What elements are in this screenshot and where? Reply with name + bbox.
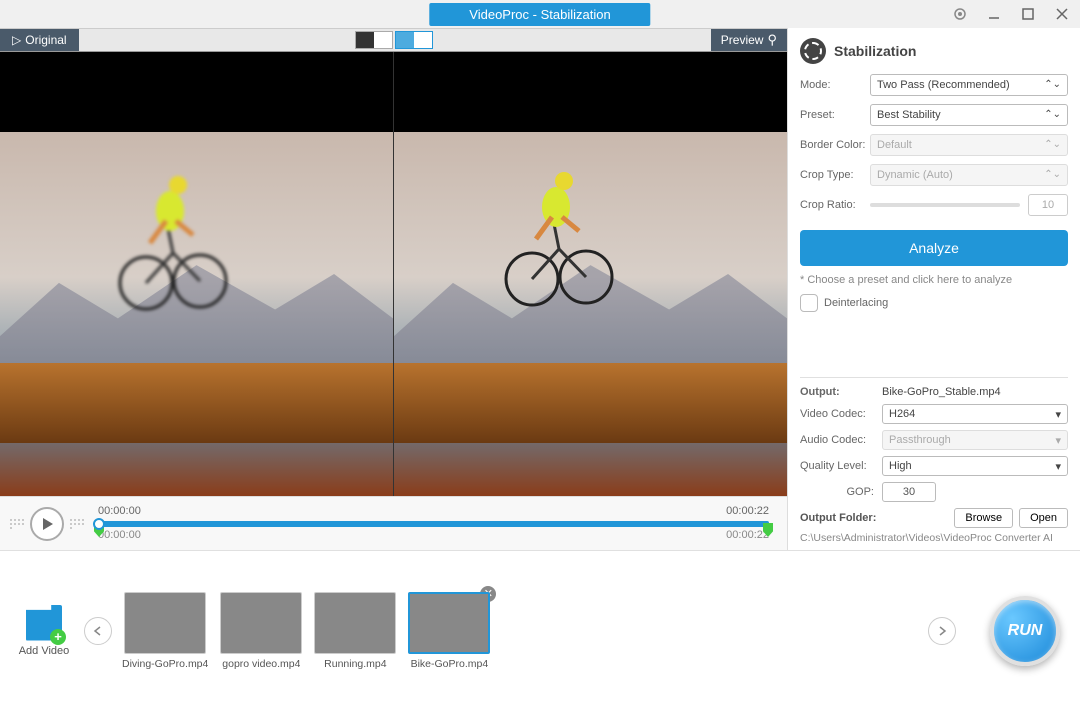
preview-area [0,52,787,496]
drag-handle[interactable] [70,519,84,529]
video-thumb[interactable]: gopro video.mp4 [220,592,302,670]
panel-heading: Stabilization [834,43,916,59]
settings-icon[interactable] [950,4,970,24]
chevron-icon: ⌃⌄ [1044,140,1061,150]
video-thumb-selected[interactable]: ✕Bike-GoPro.mp4 [408,592,490,670]
video-frame [118,163,228,313]
mode-label: Mode: [800,79,870,91]
analyze-hint: * Choose a preset and click here to anal… [800,274,1068,286]
video-thumb[interactable]: Running.mp4 [314,592,396,670]
original-pane [0,52,393,496]
chevron-icon: ⌃⌄ [1044,170,1061,180]
settings-panel: Stabilization Mode:Two Pass (Recommended… [788,28,1080,550]
open-button[interactable]: Open [1019,508,1068,528]
viewmode-single[interactable] [355,31,393,49]
border-label: Border Color: [800,139,870,151]
window-controls [950,4,1072,24]
border-select: Default⌃⌄ [870,134,1068,156]
video-list: Add Video Diving-GoPro.mp4 gopro video.m… [0,550,1080,710]
chevron-down-icon: ▾ [1055,408,1061,421]
close-button[interactable] [1052,4,1072,24]
timeline-start: 00:00:00 [98,505,141,517]
prev-button[interactable] [84,617,112,645]
output-filename: Bike-GoPro_Stable.mp4 [882,386,1001,398]
cropratio-value: 10 [1028,194,1068,216]
croptype-label: Crop Type: [800,169,870,181]
playback-controls: 00:00:00 00:00:22 00:00:00 00:00:22 [0,496,787,550]
gop-input[interactable]: 30 [882,482,936,502]
vcodec-select[interactable]: H264▾ [882,404,1068,424]
minimize-button[interactable] [984,4,1004,24]
timeline-end: 00:00:22 [726,505,769,517]
viewmode-split[interactable] [395,31,433,49]
next-button[interactable] [928,617,956,645]
quality-label: Quality Level: [800,460,882,472]
chevron-icon: ⌃⌄ [1044,110,1061,120]
window-title: VideoProc - Stabilization [429,3,650,26]
deinterlace-label: Deinterlacing [824,297,888,309]
add-video-button[interactable]: Add Video [14,605,74,657]
preview-tab[interactable]: Preview⚲ [711,29,787,51]
croptype-select: Dynamic (Auto)⌃⌄ [870,164,1068,186]
preview-tabbar: ▷Original Preview⚲ [0,28,787,52]
deinterlace-checkbox[interactable] [800,294,818,312]
acodec-label: Audio Codec: [800,434,882,446]
drag-handle[interactable] [10,519,24,529]
preview-pane [393,52,787,496]
quality-select[interactable]: High▾ [882,456,1068,476]
output-section: Output:Bike-GoPro_Stable.mp4 Video Codec… [800,377,1068,544]
output-label: Output: [800,386,882,398]
output-path: C:\Users\Administrator\Videos\VideoProc … [800,532,1068,544]
cropratio-slider [870,203,1020,207]
video-thumb[interactable]: Diving-GoPro.mp4 [122,592,208,670]
maximize-button[interactable] [1018,4,1038,24]
timeline-pos: 00:00:00 [98,529,141,541]
add-video-icon [26,605,62,641]
stabilization-icon [800,38,826,64]
play-icon: ▷ [12,33,21,47]
vcodec-label: Video Codec: [800,408,882,420]
browse-button[interactable]: Browse [954,508,1013,528]
timeline-track[interactable] [98,521,769,527]
acodec-select: Passthrough▾ [882,430,1068,450]
original-tab[interactable]: ▷Original [0,29,79,51]
preset-select[interactable]: Best Stability⌃⌄ [870,104,1068,126]
timeline[interactable]: 00:00:00 00:00:22 00:00:00 00:00:22 [90,497,777,550]
run-button[interactable]: RUN [990,596,1060,666]
chevron-down-icon: ▾ [1055,460,1061,473]
video-frame [504,159,614,309]
cropratio-label: Crop Ratio: [800,199,870,211]
view-mode-switch [355,29,433,51]
play-button[interactable] [30,507,64,541]
mode-select[interactable]: Two Pass (Recommended)⌃⌄ [870,74,1068,96]
search-icon: ⚲ [767,32,777,48]
chevron-icon: ⌃⌄ [1044,80,1061,90]
gop-label: GOP: [800,486,882,498]
playhead[interactable] [93,518,105,530]
analyze-button[interactable]: Analyze [800,230,1068,266]
folder-label: Output Folder: [800,512,876,524]
titlebar: VideoProc - Stabilization [0,0,1080,28]
preset-label: Preset: [800,109,870,121]
chevron-down-icon: ▾ [1055,434,1061,447]
timeline-total: 00:00:22 [726,529,769,541]
